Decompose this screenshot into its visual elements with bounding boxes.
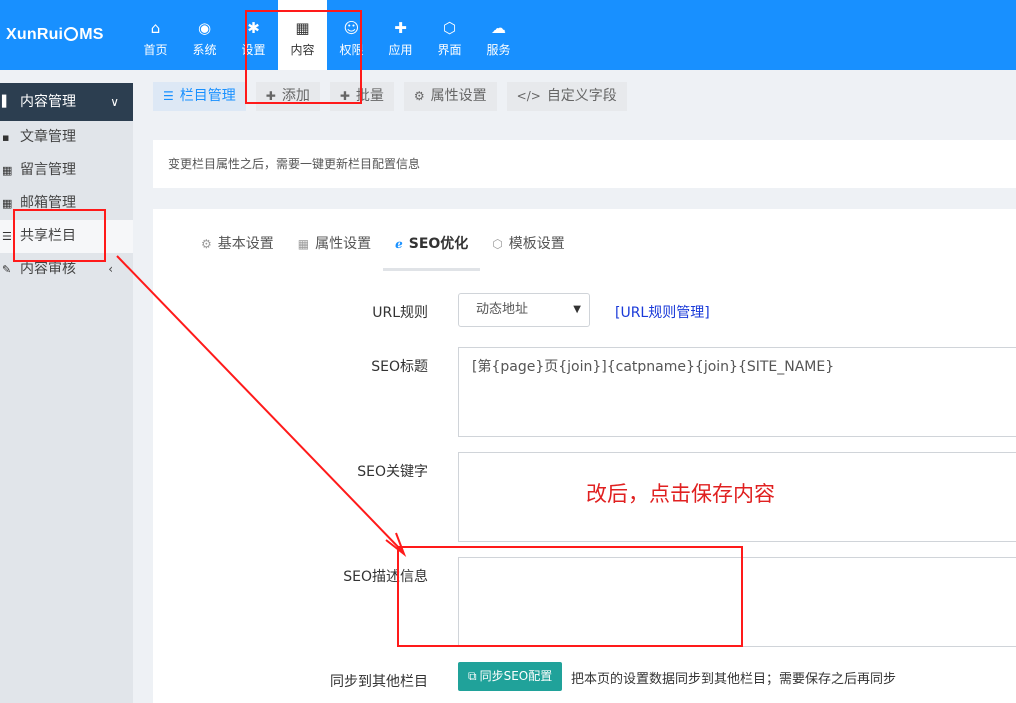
annotation-arrow bbox=[116, 255, 407, 557]
annotation-text: 改后，点击保存内容 bbox=[586, 482, 775, 506]
annotation-arrow-line bbox=[116, 255, 403, 552]
